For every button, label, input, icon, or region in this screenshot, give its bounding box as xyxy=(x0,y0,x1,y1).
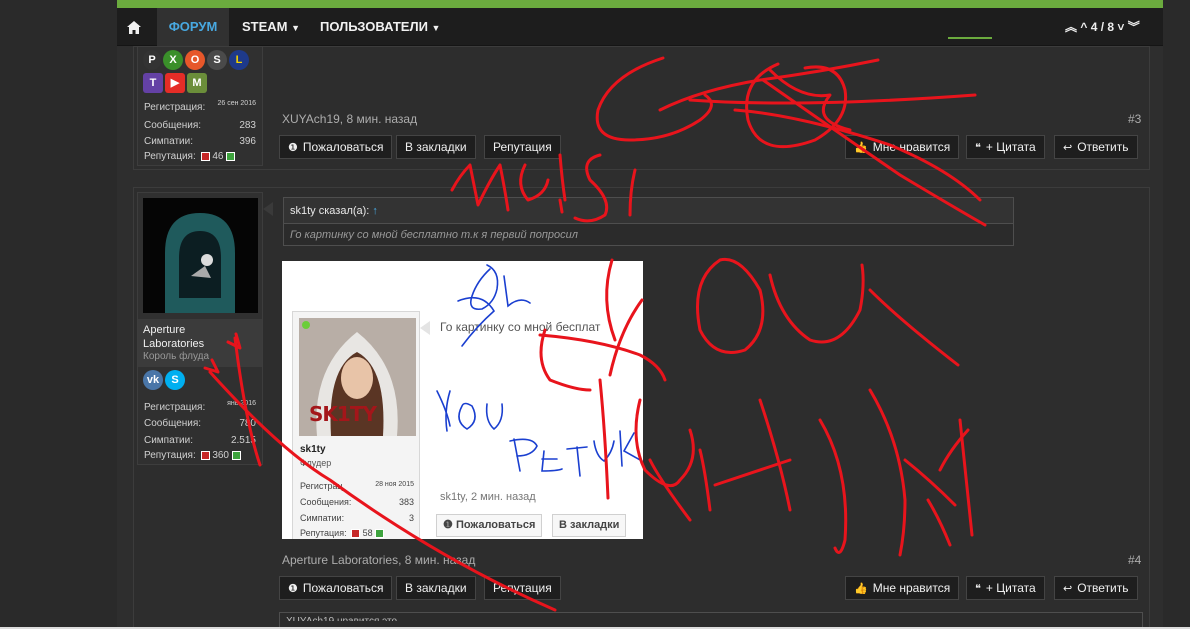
tab-users[interactable]: ПОЛЬЗОВАТЕЛИ ▼ xyxy=(320,8,440,46)
quote-button[interactable]: ❝ + Цитата xyxy=(966,576,1045,600)
accent-bar xyxy=(117,0,1163,8)
pager-underline xyxy=(948,37,992,39)
right-gutter xyxy=(1163,0,1190,629)
reg-value: янв 2016 xyxy=(227,400,256,407)
steam-icon: S xyxy=(207,50,227,70)
embedded-screenshot[interactable]: SK1TY sk1ty Флудер Регистрац 28 ноя 2015 … xyxy=(282,261,643,539)
rep-value: 360 xyxy=(212,450,229,461)
vk-icon[interactable]: vk xyxy=(143,370,163,390)
reg-label: Регистрация: xyxy=(144,402,206,413)
game-badges: PXOSL xyxy=(143,50,251,70)
message-pointer xyxy=(263,202,273,216)
thumbs-up-icon: 👍 xyxy=(854,583,868,595)
minecraft-icon: M xyxy=(187,73,207,93)
post-number[interactable]: #3 xyxy=(1128,112,1141,126)
quote-icon: ❝ xyxy=(975,142,981,154)
messages-value: 283 xyxy=(239,120,256,131)
rep-value: 46 xyxy=(212,151,224,162)
user-info-4: Aperture Laboratories Король флуда vk S Р… xyxy=(137,192,263,465)
user-info-3: PXOSL T ▶ M Регистрация: 26 сен 2016 Сообще… xyxy=(137,46,263,166)
caret-down-icon: ▼ xyxy=(431,23,441,33)
likes-label: Симпатии: xyxy=(144,136,193,147)
chevron-down-icon[interactable]: ˅ xyxy=(1117,20,1124,34)
messages-label: Сообщения: xyxy=(144,418,202,429)
youtube-icon: ▶ xyxy=(165,73,185,93)
quote-button[interactable]: ❝ + Цитата xyxy=(966,135,1045,159)
page-indicator: 4 / 8 xyxy=(1090,20,1115,34)
chevron-up-icon[interactable]: ^ xyxy=(1080,20,1087,34)
quote-jump-icon[interactable]: ↑ xyxy=(372,205,378,217)
messages-label: Сообщения: xyxy=(144,120,202,131)
top-nav: ФОРУМ STEAM ▼ ПОЛЬЗОВАТЕЛИ ▼ ︽ ^ 4 / 8 ˅… xyxy=(117,8,1163,46)
alert-icon: ❶ xyxy=(288,583,298,595)
post-number[interactable]: #4 xyxy=(1128,553,1141,567)
blue-scribble xyxy=(436,264,643,477)
reply-icon: ↩ xyxy=(1063,583,1073,595)
likes-value: 2.515 xyxy=(230,435,256,446)
quote-author[interactable]: sk1ty сказал(а): xyxy=(290,205,369,217)
like-button[interactable]: 👍 Мне нравится xyxy=(845,576,960,600)
reply-button[interactable]: ↩ Ответить xyxy=(1054,576,1138,600)
report-button[interactable]: ❶ Пожаловаться xyxy=(279,576,393,600)
caret-down-icon: ▼ xyxy=(291,23,301,33)
reply-button[interactable]: ↩ Ответить xyxy=(1054,135,1138,159)
league-icon: L xyxy=(229,50,249,70)
social-badges: T ▶ M xyxy=(143,73,209,93)
left-gutter xyxy=(0,0,117,629)
bookmark-button[interactable]: В закладки xyxy=(396,135,476,159)
tab-steam[interactable]: STEAM ▼ xyxy=(242,8,300,46)
rep-label: Репутация: xyxy=(144,450,196,461)
reg-label: Регистрация: xyxy=(144,102,206,113)
user-title: Король флуда xyxy=(143,351,210,362)
username[interactable]: Aperture xyxy=(143,323,257,337)
thread-pager[interactable]: ︽ ^ 4 / 8 ˅ ︾ xyxy=(1065,8,1140,46)
skype-icon[interactable]: S xyxy=(165,370,185,390)
rep-plus-icon[interactable] xyxy=(226,151,236,161)
quote-block: sk1ty сказал(а): ↑ Го картинку со мной б… xyxy=(283,197,1014,246)
double-chevron-up-icon[interactable]: ︽ xyxy=(1065,20,1077,34)
messages-value: 780 xyxy=(239,418,256,429)
alert-icon: ❶ xyxy=(288,142,298,154)
twitch-icon: T xyxy=(143,73,163,93)
rep-plus-icon[interactable] xyxy=(231,450,241,460)
post-author-time[interactable]: Aperture Laboratories, 8 мин. назад xyxy=(282,553,475,567)
playstation-icon: P xyxy=(143,50,161,70)
rep-minus-icon[interactable] xyxy=(200,151,210,161)
thumbs-up-icon: 👍 xyxy=(854,142,868,154)
quote-icon: ❝ xyxy=(975,583,981,595)
tab-forum[interactable]: ФОРУМ xyxy=(157,8,229,46)
xbox-icon: X xyxy=(163,50,183,70)
like-button[interactable]: 👍 Мне нравится xyxy=(845,135,960,159)
reg-value: 26 сен 2016 xyxy=(217,100,256,107)
reply-icon: ↩ xyxy=(1063,142,1073,154)
rep-label: Репутация: xyxy=(144,151,196,162)
likes-summary-text[interactable]: XUYAch19 нравится это xyxy=(280,613,1142,622)
likes-label: Симпатии: xyxy=(144,435,193,446)
social-badges: vk S xyxy=(143,370,187,390)
reputation-button[interactable]: Репутация xyxy=(484,135,561,159)
avatar[interactable] xyxy=(143,198,258,313)
double-chevron-down-icon[interactable]: ︾ xyxy=(1128,20,1140,34)
username-line2[interactable]: Laboratories xyxy=(143,337,257,351)
origin-icon: O xyxy=(185,50,205,70)
home-icon[interactable] xyxy=(117,8,151,46)
report-button[interactable]: ❶ Пожаловаться xyxy=(279,135,393,159)
reputation-button[interactable]: Репутация xyxy=(484,576,561,600)
post-author-time[interactable]: XUYAch19, 8 мин. назад xyxy=(282,112,417,126)
rep-minus-icon[interactable] xyxy=(200,450,210,460)
quote-text: Го картинку со мной бесплатно т.к я перв… xyxy=(290,229,578,241)
bookmark-button[interactable]: В закладки xyxy=(396,576,476,600)
likes-value: 396 xyxy=(239,136,256,147)
